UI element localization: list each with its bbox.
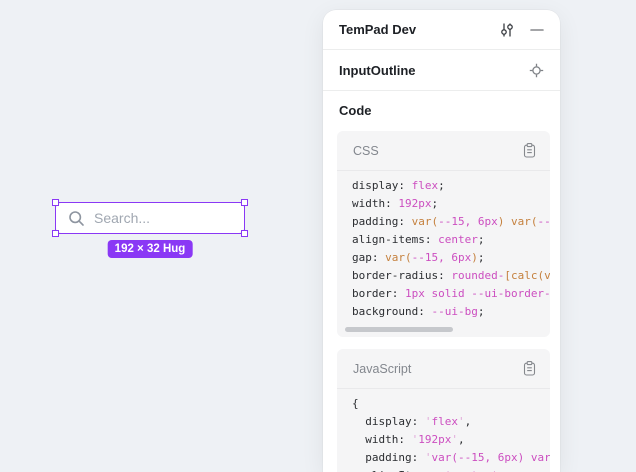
component-name: InputOutline <box>339 63 529 78</box>
crosshair-icon <box>529 63 544 78</box>
javascript-code-card: JavaScript { display: 'flex', width: '19… <box>337 349 550 472</box>
selected-component-row: InputOutline <box>323 50 560 91</box>
selection-dimensions-badge: 192 × 32 Hug <box>108 240 193 258</box>
settings-button[interactable] <box>499 22 515 38</box>
tempad-dev-plugin-panel: TemPad Dev InputOutline <box>323 10 560 472</box>
code-line: background: --ui-bg; <box>352 303 550 321</box>
clipboard-icon <box>523 361 536 376</box>
css-code-card: CSS display: flex;width: 192px;padding: … <box>337 131 550 337</box>
copy-javascript-button[interactable] <box>523 361 536 376</box>
javascript-card-header: JavaScript <box>337 349 550 389</box>
locate-component-button[interactable] <box>529 63 544 78</box>
magnifier-icon <box>68 210 85 227</box>
code-section: Code CSS display: flex;width: 192px;padd <box>323 91 560 472</box>
javascript-card-label: JavaScript <box>353 362 523 376</box>
selection-handle-top-right[interactable] <box>241 199 248 206</box>
code-line: gap: var(--15, 6px); <box>352 249 550 267</box>
code-line: display: 'flex', <box>352 413 550 431</box>
copy-css-button[interactable] <box>523 143 536 158</box>
panel-header: TemPad Dev <box>323 10 560 50</box>
css-card-label: CSS <box>353 144 523 158</box>
css-card-header: CSS <box>337 131 550 171</box>
selection-handle-bottom-right[interactable] <box>241 230 248 237</box>
search-placeholder-text: Search... <box>94 210 150 226</box>
code-line: width: 192px; <box>352 195 550 213</box>
code-line: display: flex; <box>352 177 550 195</box>
code-line: { <box>352 395 550 413</box>
code-line: border: 1px solid --ui-border-input; <box>352 285 550 303</box>
panel-title: TemPad Dev <box>339 22 499 37</box>
horizontal-scrollbar <box>337 321 550 337</box>
code-line: alignItems: 'center', <box>352 467 550 472</box>
selection-handle-bottom-left[interactable] <box>52 230 59 237</box>
clipboard-icon <box>523 143 536 158</box>
code-line: padding: var(--15, 6px) var(--15, 6px); <box>352 213 550 231</box>
code-line: align-items: center; <box>352 231 550 249</box>
javascript-code-body: { display: 'flex', width: '192px', paddi… <box>337 389 550 472</box>
sliders-icon <box>499 22 515 38</box>
minimize-button[interactable] <box>530 23 544 37</box>
minus-icon <box>530 23 544 37</box>
css-code-body: display: flex;width: 192px;padding: var(… <box>337 171 550 321</box>
code-line: padding: 'var(--15, 6px) var(--15, 6px)'… <box>352 449 550 467</box>
canvas-search-input-component[interactable]: Search... <box>55 202 245 234</box>
code-line: border-radius: rounded-[calc(var(--radiu… <box>352 267 550 285</box>
code-section-title: Code <box>339 103 550 119</box>
code-line: width: '192px', <box>352 431 550 449</box>
scrollbar-thumb[interactable] <box>345 327 453 332</box>
selection-handle-top-left[interactable] <box>52 199 59 206</box>
